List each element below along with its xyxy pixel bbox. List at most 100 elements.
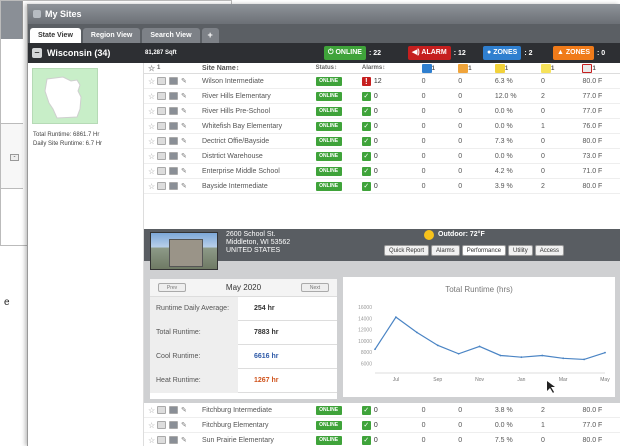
- alarm-cell[interactable]: ✓ 0: [361, 181, 422, 191]
- data-point[interactable]: [457, 352, 460, 355]
- table-row[interactable]: ☆ ✎ Distrtict Warehouse ONLINE ✓ 0 0 0 0.0 % 0 73.…: [144, 149, 620, 164]
- state-map[interactable]: [32, 68, 98, 124]
- header-alarms[interactable]: Alarms ↕: [362, 65, 422, 71]
- alarm-cell[interactable]: ✓ 0: [361, 420, 422, 430]
- site-name[interactable]: Wilson Intermediate: [202, 78, 316, 85]
- site-name[interactable]: River Hills Elementary: [202, 93, 316, 100]
- star-icon[interactable]: ☆: [148, 152, 157, 161]
- dashboard-icon[interactable]: [169, 406, 178, 414]
- star-icon[interactable]: ☆: [148, 122, 157, 131]
- data-point[interactable]: [583, 358, 585, 361]
- site-name[interactable]: Bayside Intermediate: [202, 183, 316, 190]
- site-name[interactable]: Enterprise Middle School: [202, 168, 316, 175]
- dashboard-icon[interactable]: [169, 92, 178, 100]
- dashboard-icon[interactable]: [169, 152, 178, 160]
- dashboard-icon[interactable]: [169, 182, 178, 190]
- alarm-cell[interactable]: ✓ 0: [361, 91, 422, 101]
- dashboard-icon[interactable]: [169, 137, 178, 145]
- utility-button[interactable]: Utility: [508, 245, 533, 256]
- edit-icon[interactable]: ✎: [181, 421, 187, 429]
- table-row[interactable]: ☆ ✎ Enterprise Middle School ONLINE ✓ 0 0 0 4.2 …: [144, 164, 620, 179]
- edit-icon[interactable]: ✎: [181, 92, 187, 100]
- quick-report-button[interactable]: Quick Report: [384, 245, 430, 256]
- data-point[interactable]: [415, 331, 418, 334]
- edit-icon[interactable]: ✎: [181, 152, 187, 160]
- site-name[interactable]: Dectrict Offie/Bayside: [202, 138, 316, 145]
- star-icon[interactable]: ☆: [148, 77, 157, 86]
- alarms-button[interactable]: Alarms: [431, 245, 460, 256]
- dashboard-icon[interactable]: [169, 107, 178, 115]
- table-row[interactable]: ☆ ✎ River Hills Elementary ONLINE ✓ 0 0 0 12.0 %…: [144, 89, 620, 104]
- dashboard-icon[interactable]: [169, 167, 178, 175]
- expand-icon[interactable]: [157, 122, 166, 130]
- star-icon[interactable]: ☆: [148, 137, 157, 146]
- window-titlebar[interactable]: My Sites: [28, 4, 620, 24]
- data-point[interactable]: [499, 354, 502, 357]
- expand-icon[interactable]: [157, 167, 166, 175]
- site-name[interactable]: Fitchburg Intermediate: [202, 407, 316, 414]
- table-row[interactable]: ☆ ✎ Wilson Intermediate ONLINE! 12 0 0 6.3 % 0 80…: [144, 74, 620, 89]
- data-point[interactable]: [436, 344, 439, 347]
- alarm-cell[interactable]: ✓ 0: [361, 106, 422, 116]
- expand-icon[interactable]: [157, 406, 166, 414]
- edit-icon[interactable]: ✎: [181, 182, 187, 190]
- table-row[interactable]: ☆ ✎ Whitefish Bay Elementary ONLINE ✓ 0 0 0 0.0 …: [144, 119, 620, 134]
- alarm-cell[interactable]: ✓ 0: [361, 151, 422, 161]
- online-kpi[interactable]: ⏻ ONLINE : 22: [324, 46, 381, 60]
- edit-icon[interactable]: ✎: [181, 122, 187, 130]
- edit-icon[interactable]: ✎: [181, 107, 187, 115]
- star-icon[interactable]: ☆: [148, 436, 157, 445]
- zones-kpi[interactable]: ● ZONES : 2: [483, 46, 532, 60]
- alarm-cell[interactable]: ✓ 0: [361, 435, 422, 445]
- data-point[interactable]: [604, 351, 606, 354]
- alarm-cell[interactable]: ✓ 0: [361, 166, 422, 176]
- header-site-name[interactable]: Site Name↕: [202, 65, 316, 72]
- expand-icon[interactable]: [157, 182, 166, 190]
- table-row[interactable]: ☆ ✎ Sun Prairie Elementary ONLINE ✓ 0 0 0 7.5 % 0…: [144, 433, 620, 446]
- header-zone2[interactable]: 1: [458, 63, 495, 73]
- edit-icon[interactable]: ✎: [181, 77, 187, 85]
- dashboard-icon[interactable]: [169, 436, 178, 444]
- tab-search-view[interactable]: Search View: [142, 28, 200, 43]
- alarm-cell[interactable]: ✓ 0: [361, 405, 422, 415]
- edit-icon[interactable]: ✎: [181, 406, 187, 414]
- dashboard-icon[interactable]: [169, 77, 178, 85]
- alarm-cell[interactable]: ✓ 0: [361, 136, 422, 146]
- site-name[interactable]: River Hills Pre-School: [202, 108, 316, 115]
- star-icon[interactable]: ☆: [148, 421, 157, 430]
- expand-icon[interactable]: [157, 436, 166, 444]
- header-status[interactable]: Status↕: [316, 65, 362, 71]
- site-name[interactable]: Sun Prairie Elementary: [202, 437, 316, 444]
- next-month-button[interactable]: Next: [301, 283, 329, 292]
- header-zone3[interactable]: 1: [494, 63, 541, 73]
- table-row[interactable]: ☆ ✎ Bayside Intermediate ONLINE ✓ 0 0 0 3.9 % 2 80…: [144, 179, 620, 194]
- header-select[interactable]: ☆ 1: [144, 64, 202, 73]
- data-point[interactable]: [541, 354, 544, 357]
- dashboard-icon[interactable]: [169, 421, 178, 429]
- performance-button[interactable]: Performance: [461, 245, 507, 256]
- edit-icon[interactable]: ✎: [181, 137, 187, 145]
- expand-icon[interactable]: [157, 152, 166, 160]
- site-name[interactable]: Fitchburg Elementary: [202, 422, 316, 429]
- edit-icon[interactable]: ✎: [181, 436, 187, 444]
- site-name[interactable]: Whitefish Bay Elementary: [202, 123, 316, 130]
- expand-icon[interactable]: [157, 77, 166, 85]
- star-icon[interactable]: ☆: [148, 92, 157, 101]
- access-button[interactable]: Access: [534, 245, 565, 256]
- alarm-cell[interactable]: ! 12: [361, 76, 422, 86]
- header-temp[interactable]: 1: [582, 63, 620, 73]
- table-row[interactable]: ☆ ✎ River Hills Pre-School ONLINE ✓ 0 0 0 0.0 % 0…: [144, 104, 620, 119]
- tab-region-view[interactable]: Region View: [82, 28, 141, 43]
- expand-icon[interactable]: [157, 421, 166, 429]
- star-icon[interactable]: ☆: [148, 167, 157, 176]
- expand-icon[interactable]: [157, 137, 166, 145]
- star-icon[interactable]: ☆: [148, 182, 157, 191]
- zones2-kpi[interactable]: ▲ ZONES : 0: [553, 46, 605, 60]
- data-point[interactable]: [562, 357, 565, 360]
- dashboard-icon[interactable]: [169, 122, 178, 130]
- alarm-kpi[interactable]: ◀) ALARM : 12: [408, 46, 466, 60]
- header-zone1[interactable]: 1: [421, 63, 459, 73]
- table-row[interactable]: ☆ ✎ Fitchburg Elementary ONLINE ✓ 0 0 0 0.0 % 1 77…: [144, 418, 620, 433]
- star-icon[interactable]: ☆: [148, 107, 157, 116]
- table-row[interactable]: ☆ ✎ Dectrict Offie/Bayside ONLINE ✓ 0 0 0 7.3 % 0…: [144, 134, 620, 149]
